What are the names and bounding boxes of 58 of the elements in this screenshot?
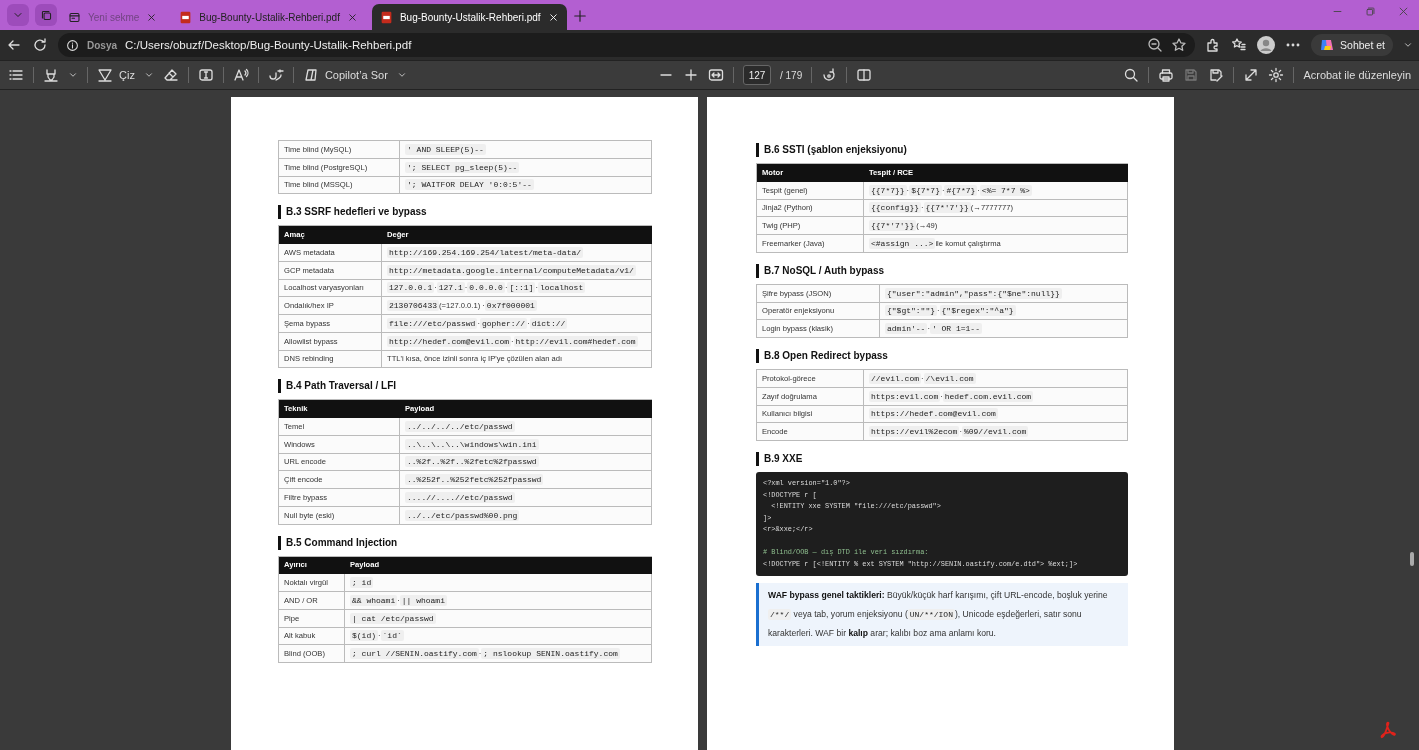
zoom-in-icon[interactable] [683,67,699,83]
copilot-logo-icon [1319,37,1336,53]
chevron-down-icon[interactable] [143,70,154,80]
chevron-down-icon[interactable] [396,70,407,80]
browser-tab[interactable]: Bug-Bounty-Ustalik-Rehberi.pdf [171,4,366,30]
section-heading: B.7 NoSQL / Auth bypass [756,263,1128,278]
chevron-down-icon[interactable] [68,70,78,80]
table-cell: ..%252f..%252fetc%252fpasswd [400,471,652,489]
pdf-file-icon [379,10,393,24]
table-cell: ../../../../etc/passwd [400,418,652,436]
contents-icon[interactable] [8,67,24,83]
settings-icon[interactable] [1268,67,1285,83]
info-icon[interactable] [66,38,79,52]
scrollbar-thumb[interactable] [1410,552,1414,566]
copilot-ask-button[interactable]: Copilot’a Sor [302,67,388,83]
section-heading: B.3 SSRF hedefleri ve bypass [278,205,652,220]
chevron-down-icon[interactable] [1403,40,1413,50]
tip-note: WAF bypass genel taktikleri: Büyük/küçük harf karışımı, çift URL-encode, boşluk yerine /**/ veya tab, yorum enjeksiyonu ( UN/**/ION ), Unicode eşdeğerleri, satır sonu karakterleri. WAF bir kalıp arar; kalıbı boz ama anlamı koru. [756,583,1128,646]
read-aloud-icon[interactable] [232,67,249,83]
page-view-icon[interactable] [856,67,873,83]
url-text: C:/Users/obuzf/Desktop/Bug-Bounty-Ustalik-Rehberi.pdf [125,39,412,51]
close-icon[interactable] [547,11,559,23]
favorites-icon[interactable] [1231,37,1248,53]
refresh-icon[interactable] [32,37,48,53]
browser-tab[interactable]: Bug-Bounty-Ustalik-Rehberi.pdf [371,4,567,30]
section-heading: B.4 Path Traversal / LFI [278,379,652,394]
table-cell: ....//....//etc/passwd [400,489,652,507]
section-heading: B.9 XXE [756,452,1128,466]
print-icon[interactable] [1158,67,1175,83]
star-icon[interactable] [1171,37,1188,53]
fit-width-icon[interactable] [708,67,724,83]
pen-icon [97,67,113,83]
site-label: Dosya [87,39,117,51]
new-tab-page-icon [68,10,81,24]
table-cell: http://169.254.169.254/latest/meta-data/ [382,244,652,262]
draw-button[interactable]: Çiz [97,67,135,83]
highlighter-icon[interactable] [43,67,59,83]
workspaces-button[interactable] [35,4,57,26]
expand-icon[interactable] [1243,67,1260,83]
page-count: / 179 [780,69,803,81]
pdf-file-icon [179,10,193,24]
text-box-icon[interactable] [197,67,214,83]
section-heading: B.8 Open Redirect bypass [756,349,1128,363]
stacked-squares-icon [39,8,53,22]
search-icon[interactable] [1123,67,1140,83]
zoom-out-icon[interactable] [1147,37,1164,53]
eraser-icon[interactable] [162,67,179,83]
table-cell: {"user":"admin","pass":{"$ne":null}} [880,284,1128,303]
section-heading: B.5 Command Injection [278,535,652,550]
table-cell: ' AND SLEEP(5)-- [400,141,652,159]
address-bar[interactable]: Dosya C:/Users/obuzf/Desktop/Bug-Bounty-Ustalik-Rehberi.pdf [58,33,1196,57]
profile-avatar-icon[interactable] [1257,36,1276,54]
section-heading: B.6 SSTI (şablon enjeksiyonu) [756,143,1128,157]
table-cell: ; id [345,574,652,592]
chat-button[interactable]: Sohbet et [1311,34,1393,56]
save-as-icon[interactable] [1208,67,1225,83]
page-number-field[interactable]: 127 [743,65,771,85]
acrobat-edit-button[interactable]: Acrobat ile düzenleyin [1303,69,1411,81]
